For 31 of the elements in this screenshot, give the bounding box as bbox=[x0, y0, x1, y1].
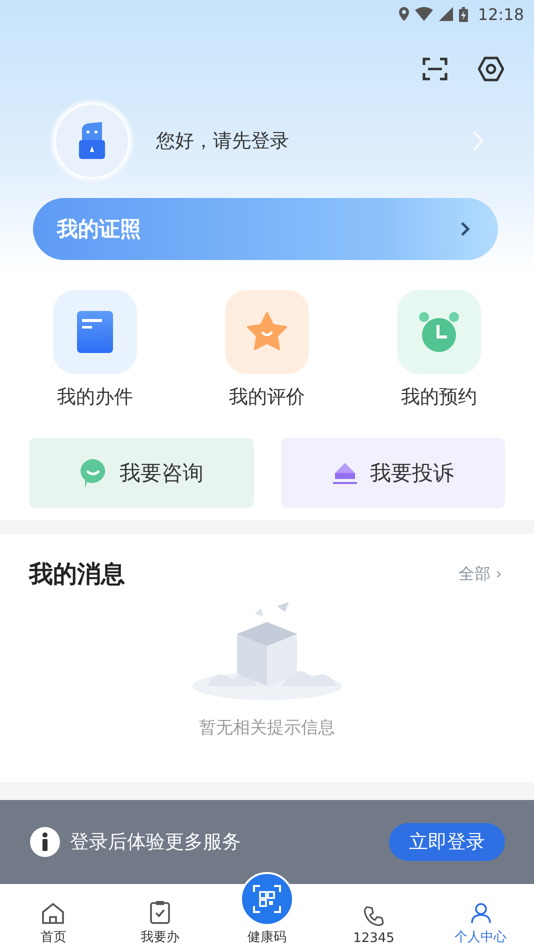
info-icon bbox=[30, 827, 60, 857]
nav-tab[interactable]: 12345 bbox=[328, 905, 419, 946]
nav-tab[interactable]: 我要办 bbox=[115, 900, 206, 946]
avatar[interactable] bbox=[53, 102, 131, 180]
action-button[interactable]: 我要投诉 bbox=[280, 438, 505, 508]
scan-icon[interactable] bbox=[422, 57, 448, 81]
nav-tab[interactable]: 首页 bbox=[8, 902, 98, 946]
wifi-icon bbox=[414, 7, 433, 21]
banner-text: 登录后体验更多服务 bbox=[70, 830, 242, 855]
star-icon bbox=[246, 312, 288, 352]
settings-icon[interactable] bbox=[478, 56, 504, 82]
phone-icon bbox=[362, 905, 385, 927]
alarm-clock-icon bbox=[418, 311, 460, 353]
location-icon bbox=[398, 7, 409, 21]
nav-tab[interactable]: 健康码 bbox=[222, 872, 312, 946]
login-button[interactable]: 立即登录 bbox=[389, 823, 505, 861]
signal-icon bbox=[438, 7, 453, 21]
status-time: 12:18 bbox=[478, 4, 524, 24]
chat-icon bbox=[79, 458, 108, 488]
empty-message: 暂无相关提示信息 bbox=[199, 717, 335, 739]
home-icon bbox=[41, 902, 66, 924]
login-prompt[interactable]: 您好，请先登录 bbox=[156, 128, 472, 154]
clipboard-icon bbox=[149, 900, 172, 924]
battery-icon bbox=[458, 6, 468, 22]
chevron-icon bbox=[460, 221, 470, 237]
document-icon bbox=[77, 311, 113, 353]
envelope-icon bbox=[332, 461, 358, 485]
action-button[interactable]: 我要咨询 bbox=[29, 438, 254, 508]
section-title: 我的消息 bbox=[29, 559, 125, 590]
user-icon bbox=[470, 902, 492, 924]
nav-tab[interactable]: 个人中心 bbox=[436, 902, 526, 946]
